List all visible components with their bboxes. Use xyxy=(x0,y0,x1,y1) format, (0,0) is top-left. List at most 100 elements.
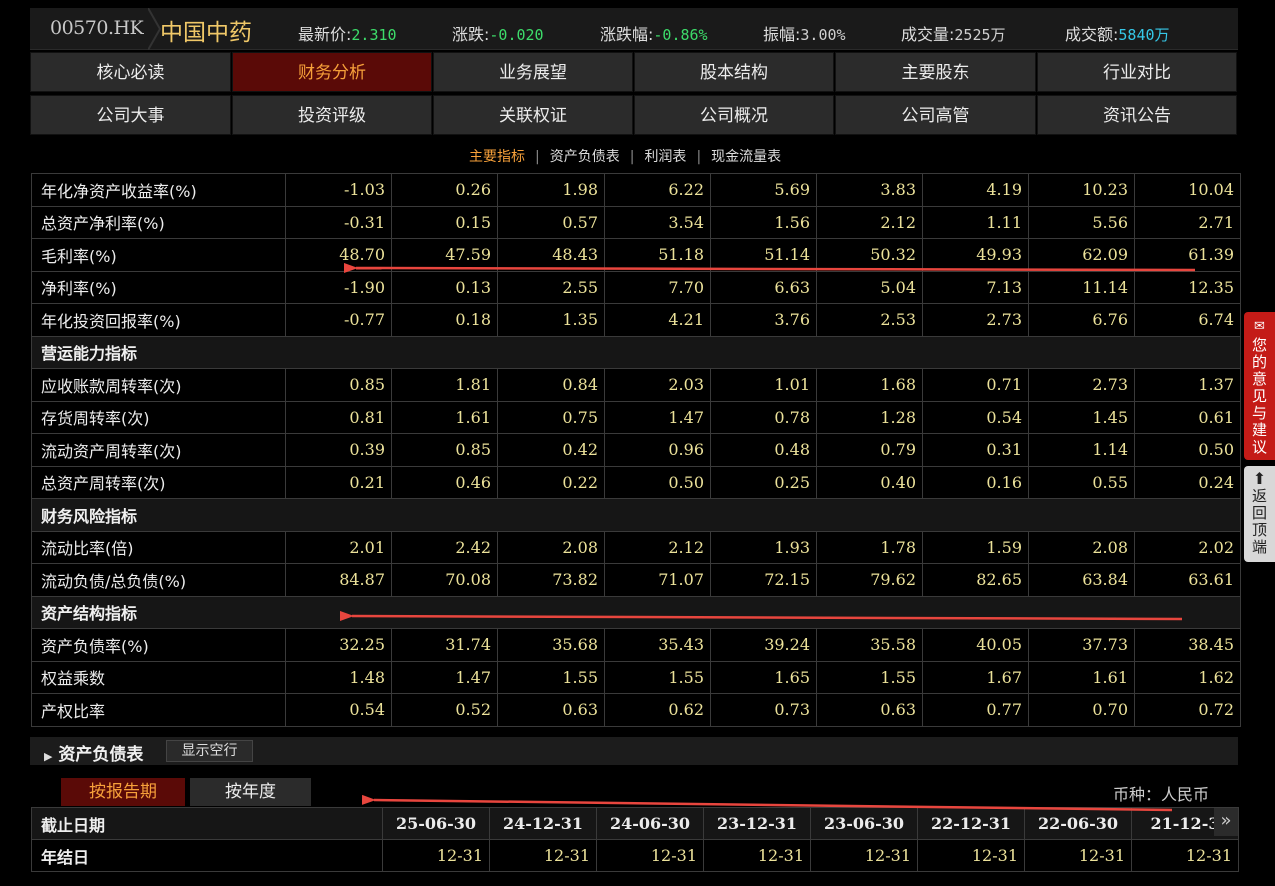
metric-value: 40.05 xyxy=(922,628,1029,662)
metric-value: 1.59 xyxy=(922,530,1029,564)
metric-label: 毛利率(%) xyxy=(31,238,286,272)
metric-label: 净利率(%) xyxy=(31,270,286,304)
metric-value: 0.85 xyxy=(285,368,392,402)
metric-value: 62.09 xyxy=(1028,238,1135,272)
metric-value: 1.55 xyxy=(497,660,605,694)
metric-value: 0.61 xyxy=(1134,400,1241,434)
metric-value: 0.70 xyxy=(1028,693,1135,727)
metric-value: 0.42 xyxy=(497,433,605,467)
metric-label: 应收账款周转率(次) xyxy=(31,368,286,402)
metric-value: 1.62 xyxy=(1134,660,1241,694)
nav-tab-0-4[interactable]: 主要股东 xyxy=(835,52,1036,92)
scroll-right-button[interactable]: » xyxy=(1214,808,1238,836)
back-to-top-label: 返回顶端 xyxy=(1244,488,1275,556)
stat-3: 振幅:3.00% xyxy=(763,21,846,45)
metric-value: -0.31 xyxy=(285,205,392,239)
metric-label: 权益乘数 xyxy=(31,660,286,694)
balance-sheet-toggle[interactable]: ▶ 资产负债表 xyxy=(44,740,143,765)
metric-value: 0.50 xyxy=(604,465,711,499)
row-value: 12-31 xyxy=(489,839,597,872)
metric-value: 6.63 xyxy=(710,270,817,304)
feedback-button[interactable]: ✉ 您的意见与建议 xyxy=(1244,312,1275,460)
stat-5: 成交额:5840万 xyxy=(1065,21,1170,45)
metric-label: 年化投资回报率(%) xyxy=(31,303,286,337)
stat-label: 最新价: xyxy=(298,25,352,44)
period-tab-0[interactable]: 按报告期 xyxy=(61,778,185,806)
message-icon: ✉ xyxy=(1254,319,1265,334)
table-row: 总资产净利率(%) -0.31 0.15 0.57 3.54 1.56 2.12 1.11 5.… xyxy=(31,205,1241,239)
metric-value: 0.81 xyxy=(285,400,392,434)
metric-value: 2.42 xyxy=(391,530,498,564)
metric-label: 流动资产周转率(次) xyxy=(31,433,286,467)
metric-value: 2.08 xyxy=(497,530,605,564)
subtab-3[interactable]: 现金流量表 xyxy=(711,149,781,165)
nav-tab-1-1[interactable]: 投资评级 xyxy=(232,95,432,135)
metric-value: 1.47 xyxy=(604,400,711,434)
metric-value: 47.59 xyxy=(391,238,498,272)
metric-value: 1.11 xyxy=(922,205,1029,239)
back-to-top-button[interactable]: ⬆ 返回顶端 xyxy=(1244,466,1275,562)
date-header: 24-12-31 xyxy=(489,807,597,840)
table-row: 流动资产周转率(次) 0.39 0.85 0.42 0.96 0.48 0.79 0.31 1.… xyxy=(31,433,1241,467)
date-header: 23-12-31 xyxy=(703,807,811,840)
metric-value: 1.81 xyxy=(391,368,498,402)
metric-label: 总资产周转率(次) xyxy=(31,465,286,499)
row-label: 年结日 xyxy=(31,839,383,872)
metric-value: 1.78 xyxy=(816,530,923,564)
metric-value: 11.14 xyxy=(1028,270,1135,304)
metric-value: 35.43 xyxy=(604,628,711,662)
nav-tab-0-1[interactable]: 财务分析 xyxy=(232,52,432,92)
subtab-2[interactable]: 利润表 xyxy=(644,149,686,165)
metric-value: 10.23 xyxy=(1028,173,1135,207)
subtab-divider: | xyxy=(629,149,635,165)
metric-value: 73.82 xyxy=(497,563,605,597)
header-label: 截止日期 xyxy=(31,807,383,840)
metric-value: 0.84 xyxy=(497,368,605,402)
show-empty-rows-button[interactable]: 显示空行 xyxy=(166,740,253,762)
nav-tab-1-0[interactable]: 公司大事 xyxy=(30,95,231,135)
metric-value: 5.56 xyxy=(1028,205,1135,239)
row-value: 12-31 xyxy=(703,839,811,872)
metric-value: 1.48 xyxy=(285,660,392,694)
metric-value: 61.39 xyxy=(1134,238,1241,272)
metric-label: 流动比率(倍) xyxy=(31,530,286,564)
nav-tab-1-5[interactable]: 资讯公告 xyxy=(1037,95,1237,135)
nav-tab-1-4[interactable]: 公司高管 xyxy=(835,95,1036,135)
section-row: 资产结构指标 xyxy=(31,595,1241,629)
stat-value: -0.86% xyxy=(653,26,708,44)
nav-tab-0-2[interactable]: 业务展望 xyxy=(433,52,633,92)
nav-tab-1-2[interactable]: 关联权证 xyxy=(433,95,633,135)
metric-value: 1.14 xyxy=(1028,433,1135,467)
metric-value: 1.56 xyxy=(710,205,817,239)
metric-value: 3.54 xyxy=(604,205,711,239)
nav-tab-1-3[interactable]: 公司概况 xyxy=(634,95,834,135)
metric-value: 4.19 xyxy=(922,173,1029,207)
nav-tab-0-3[interactable]: 股本结构 xyxy=(634,52,834,92)
vertical-char: 议 xyxy=(1251,438,1267,456)
metric-value: 0.78 xyxy=(710,400,817,434)
section-title: 资产结构指标 xyxy=(31,595,1241,629)
subtab-0[interactable]: 主要指标 xyxy=(469,149,525,165)
stat-value: 5840万 xyxy=(1118,26,1170,44)
metric-label: 总资产净利率(%) xyxy=(31,205,286,239)
metric-value: 31.74 xyxy=(391,628,498,662)
metric-value: 35.58 xyxy=(816,628,923,662)
metric-value: 0.79 xyxy=(816,433,923,467)
metric-value: 0.40 xyxy=(816,465,923,499)
period-tab-1[interactable]: 按年度 xyxy=(190,778,311,806)
metric-value: -1.90 xyxy=(285,270,392,304)
metric-value: 0.71 xyxy=(922,368,1029,402)
nav-tab-0-5[interactable]: 行业对比 xyxy=(1037,52,1237,92)
table-row: 产权比率 0.54 0.52 0.63 0.62 0.73 0.63 0.77 0.70 0.72 xyxy=(31,693,1241,727)
metric-value: 0.39 xyxy=(285,433,392,467)
metric-value: 0.75 xyxy=(497,400,605,434)
row-value: 12-31 xyxy=(917,839,1025,872)
metric-value: 0.63 xyxy=(497,693,605,727)
balance-sheet-title: 资产负债表 xyxy=(58,745,144,765)
subtab-1[interactable]: 资产负债表 xyxy=(550,149,620,165)
metric-value: 0.55 xyxy=(1028,465,1135,499)
metric-label: 流动负债/总负债(%) xyxy=(31,563,286,597)
nav-tab-0-0[interactable]: 核心必读 xyxy=(30,52,231,92)
metric-value: 6.22 xyxy=(604,173,711,207)
metric-value: 51.14 xyxy=(710,238,817,272)
